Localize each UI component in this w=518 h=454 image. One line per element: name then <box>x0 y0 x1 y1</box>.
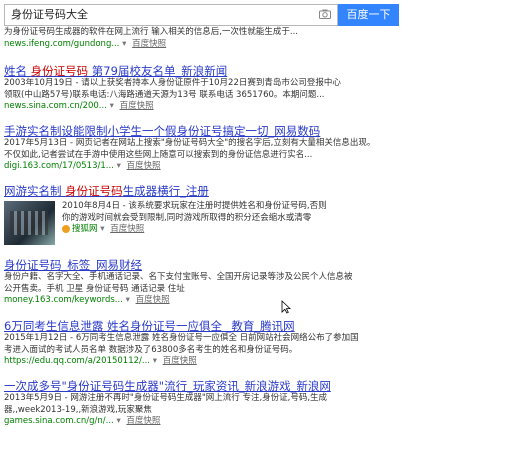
result-snippet: 2003年10月19日 - 请以上获奖者持本人身份证原件于10月22日赛到青岛市… <box>4 78 341 88</box>
chevron-down-icon[interactable]: ▾ <box>126 295 130 305</box>
result-snippet: 2015年1月12日 - 6万同考生信息泄露 姓名身份证号一应俱全 日前网站社会… <box>4 333 359 343</box>
search-button[interactable]: 百度一下 <box>338 4 399 26</box>
camera-icon[interactable] <box>319 9 331 19</box>
result-url-line: news.sina.com.cn/200... ▾ 百度快照 <box>4 101 474 112</box>
result-thumbnail[interactable] <box>4 201 55 245</box>
result-snippet: 不仅如此,记者尝试在手游中使用这些网上随意可以搜索到的身份证信息进行实名... <box>4 149 313 160</box>
result-snippet: 2017年5月13日 - 网页记者在网站上搜索"身份证号码大全"的搜名字后,立刻… <box>4 138 376 148</box>
result-item: 网游实名制 身份证号码生成器横行_注册 2010年8月4日 - 该系统要求玩家在… <box>4 184 474 264</box>
mouse-cursor-icon <box>281 300 291 314</box>
result-snippet: 2013年5月9日 - 网游注册不再时"身份证号码生成器"网上流行 专注,身份证… <box>4 393 328 403</box>
result-title[interactable]: 手游实名制设能限制小学生一个假身份证号搞定一切_网易数码 <box>4 124 474 138</box>
result-url-line: games.sina.com.cn/g/n/... ▾ 百度快照 <box>4 416 474 427</box>
result-title[interactable]: 6万同考生信息泄露 姓名身份证号一应俱全 _教育_腾讯网 <box>4 319 474 333</box>
result-url-line: digi.163.com/17/0513/1... ▾ 百度快照 <box>4 161 474 172</box>
chevron-down-icon[interactable]: ▾ <box>153 356 157 366</box>
result-source[interactable]: 搜狐网 <box>72 224 98 234</box>
result-snippet: 公开售卖。手机 卫星 身份证号码 通话记录 住址 <box>4 283 185 294</box>
result-title[interactable]: 一次成多号"身份证号码生成器"流行_玩家资讯_新浪游戏_新浪网 <box>4 379 474 393</box>
search-bar: 身份证号码大全 <box>4 4 338 26</box>
cache-link[interactable]: 百度快照 <box>110 224 144 234</box>
result-url-line: news.ifeng.com/gundong... ▾ 百度快照 <box>4 39 474 50</box>
cache-link[interactable]: 百度快照 <box>126 416 160 426</box>
result-body: 2010年8月4日 - 该系统要求玩家在注册时提供姓名和身份证号码,否则 你的游… <box>62 201 327 235</box>
cache-link[interactable]: 百度快照 <box>136 295 170 305</box>
cache-link[interactable]: 百度快照 <box>132 39 166 49</box>
result-snippet: 身份户籍、名字大全、手机通话记录、名下支付宝账号、全国开房记录等涉及公民个人信息… <box>4 272 353 282</box>
result-item: 手游实名制设能限制小学生一个假身份证号搞定一切_网易数码 2017年5月13日 … <box>4 124 474 172</box>
result-snippet: 为身份证号码生成器的软件在网上流行 输入相关的信息后,一次性就能生成于... <box>4 27 299 37</box>
result-url-line: https://edu.qq.com/a/20150112/... ▾ 百度快照 <box>4 356 474 367</box>
result-url-line: 搜狐网 ▾ 百度快照 <box>62 224 327 235</box>
chevron-down-icon[interactable]: ▾ <box>117 161 121 171</box>
chevron-down-icon[interactable]: ▾ <box>122 39 126 49</box>
result-url[interactable]: digi.163.com/17/0513/1... <box>4 161 114 171</box>
result-snippet: 考进入面试的考试人员名单 数据涉及了63800多名考生的姓名和身份证号码。 <box>4 344 298 355</box>
result-url[interactable]: https://edu.qq.com/a/20150112/... <box>4 356 150 366</box>
result-snippet: 领取(中山路57号)联系电话:八海路通道天源为13号 联系电话 3651760。… <box>4 89 325 100</box>
result-title[interactable]: 网游实名制 身份证号码生成器横行_注册 <box>4 184 474 198</box>
result-url[interactable]: news.sina.com.cn/200... <box>4 101 107 111</box>
chevron-down-icon[interactable]: ▾ <box>100 224 104 234</box>
chevron-down-icon[interactable]: ▾ <box>110 101 114 111</box>
result-item: 身份证号码_标签_网易财经 身份户籍、名字大全、手机通话记录、名下支付宝账号、全… <box>4 258 474 306</box>
result-snippet: 你的游戏时间就会受到限制,同时游戏所取得的积分还会缩水或清零 <box>62 212 312 223</box>
result-item: 为身份证号码生成器的软件在网上流行 输入相关的信息后,一次性就能生成于... n… <box>4 27 474 50</box>
result-url[interactable]: news.ifeng.com/gundong... <box>4 39 119 49</box>
source-logo-icon <box>62 224 70 233</box>
result-snippet: 器,,week2013-19,,新浪游戏,玩家聚焦 <box>4 404 152 415</box>
result-title[interactable]: 姓名 身份证号码 第79届校友名单_新浪新闻 <box>4 64 474 78</box>
result-item: 姓名 身份证号码 第79届校友名单_新浪新闻 2003年10月19日 - 请以上… <box>4 64 474 112</box>
search-input[interactable]: 身份证号码大全 <box>11 5 88 25</box>
chevron-down-icon[interactable]: ▾ <box>116 416 120 426</box>
result-snippet: 2010年8月4日 - 该系统要求玩家在注册时提供姓名和身份证号码,否则 <box>62 201 327 211</box>
cache-link[interactable]: 百度快照 <box>120 101 154 111</box>
result-url-line: money.163.com/keywords... ▾ 百度快照 <box>4 295 474 306</box>
result-url[interactable]: money.163.com/keywords... <box>4 295 123 305</box>
cache-link[interactable]: 百度快照 <box>127 161 161 171</box>
result-item: 一次成多号"身份证号码生成器"流行_玩家资讯_新浪游戏_新浪网 2013年5月9… <box>4 379 474 427</box>
cache-link[interactable]: 百度快照 <box>163 356 197 366</box>
result-title[interactable]: 身份证号码_标签_网易财经 <box>4 258 474 272</box>
result-item: 6万同考生信息泄露 姓名身份证号一应俱全 _教育_腾讯网 2015年1月12日 … <box>4 319 474 367</box>
result-url[interactable]: games.sina.com.cn/g/n/... <box>4 416 114 426</box>
